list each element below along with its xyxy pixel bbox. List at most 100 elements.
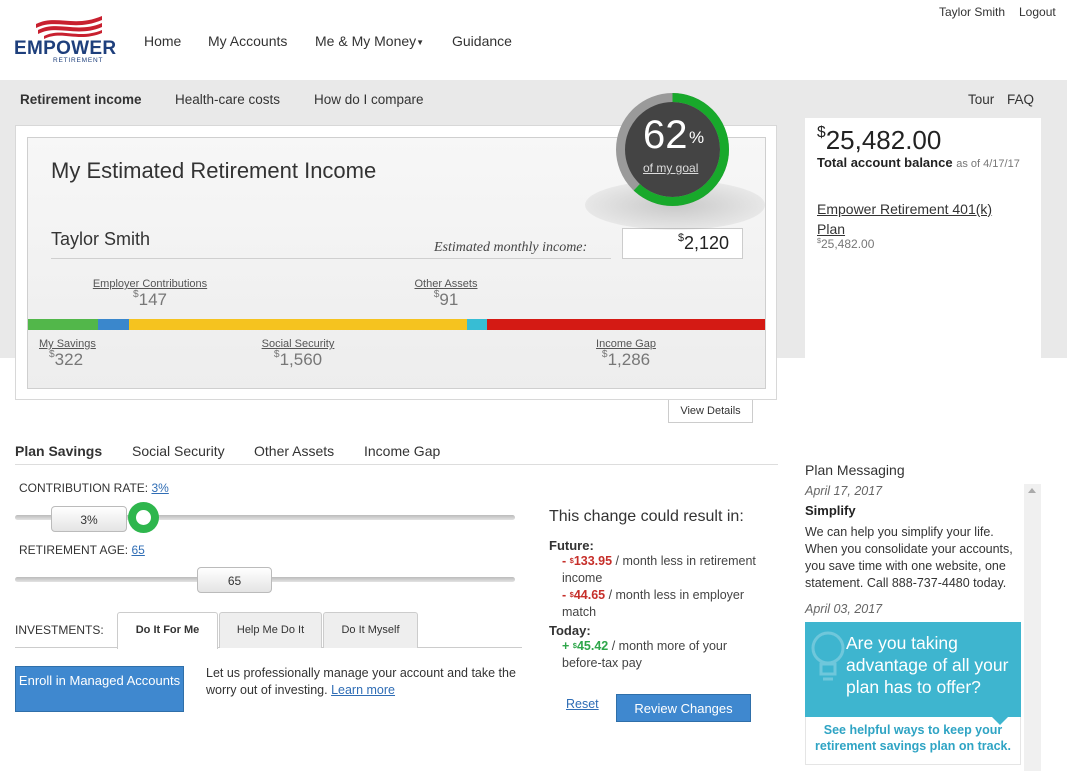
- message-date: April 17, 2017: [805, 484, 883, 498]
- tab-do-it-myself[interactable]: Do It Myself: [323, 612, 418, 648]
- result-title: This change could result in:: [549, 508, 744, 525]
- tab-do-it-for-me[interactable]: Do It For Me: [117, 612, 218, 649]
- investments-description: Let us professionally manage your accoun…: [206, 665, 516, 699]
- total-balance-amount: 25,482.00: [825, 125, 942, 155]
- income-segment: [97, 319, 130, 330]
- segment-amount: 147: [138, 290, 168, 309]
- contribution-rate-link[interactable]: 3%: [151, 481, 168, 495]
- income-segment: [486, 319, 765, 330]
- tour-link[interactable]: Tour: [968, 92, 994, 107]
- future-retirement-income-change: - $133.95 / month less in retirement inc…: [562, 553, 762, 587]
- estimated-income-value: $2,120: [622, 228, 743, 259]
- subnav-retirement-income[interactable]: Retirement income: [20, 92, 142, 107]
- review-changes-button[interactable]: Review Changes: [616, 694, 751, 722]
- currency-symbol: $: [817, 124, 826, 141]
- tab-income-gap[interactable]: Income Gap: [364, 443, 440, 459]
- divider: [15, 464, 778, 465]
- tab-other-assets[interactable]: Other Assets: [254, 443, 334, 459]
- segment-amount: 91: [439, 290, 459, 309]
- caret-down-icon: ▼: [416, 37, 425, 47]
- segment-value: $147: [90, 289, 210, 310]
- logout-link[interactable]: Logout: [1019, 5, 1056, 19]
- segment-amount: 1,286: [607, 350, 651, 369]
- income-segment: [28, 319, 98, 330]
- retirement-age-label: RETIREMENT AGE: 65: [19, 543, 145, 557]
- currency-symbol: $: [677, 232, 684, 244]
- today-label: Today:: [549, 623, 591, 638]
- enroll-managed-accounts-button[interactable]: Enroll in Managed Accounts: [15, 666, 184, 712]
- future-change-1-amount: - $133.95: [562, 554, 613, 568]
- nav-guidance[interactable]: Guidance: [452, 33, 512, 49]
- view-details-button[interactable]: View Details: [668, 400, 753, 423]
- retirement-age-link[interactable]: 65: [131, 543, 144, 557]
- promo-headline: Are you taking advantage of all your pla…: [846, 633, 1009, 697]
- slider-knob-center: [136, 510, 151, 525]
- message-body: We can help you simplify your life. When…: [805, 525, 1013, 590]
- message-heading: Simplify: [805, 503, 856, 518]
- segment-income-gap[interactable]: Income Gap $1,286: [586, 338, 666, 370]
- empower-flag-logo-icon[interactable]: [30, 14, 104, 40]
- plan-link[interactable]: Empower Retirement 401(k) Plan: [817, 199, 1017, 239]
- income-segment: [129, 319, 468, 330]
- today-pay-change: + $45.42 / month more of your before-tax…: [562, 638, 762, 672]
- subnav-how-do-i-compare[interactable]: How do I compare: [314, 92, 424, 107]
- segment-label: Other Assets: [414, 278, 478, 290]
- goal-percent: 62: [643, 113, 688, 157]
- user-name-link[interactable]: Taylor Smith: [939, 5, 1005, 19]
- income-card-title: My Estimated Retirement Income: [51, 158, 377, 183]
- balance-as-of: as of 4/17/17: [956, 158, 1020, 170]
- currency-symbol: $: [601, 349, 608, 360]
- segment-value: $322: [39, 349, 109, 370]
- segment-amount: 1,560: [279, 350, 323, 369]
- goal-label-link[interactable]: of my goal: [643, 161, 698, 175]
- tab-plan-savings[interactable]: Plan Savings: [15, 443, 102, 459]
- tab-social-security[interactable]: Social Security: [132, 443, 225, 459]
- segment-my-savings[interactable]: My Savings $322: [39, 338, 109, 370]
- learn-more-link[interactable]: Learn more: [331, 683, 395, 697]
- segment-employer-contributions[interactable]: Employer Contributions $147: [90, 278, 210, 310]
- contribution-rate-label: CONTRIBUTION RATE: 3%: [19, 481, 169, 495]
- plan-balance: $25,482.00: [817, 236, 875, 251]
- segment-value: $1,560: [248, 349, 348, 370]
- faq-link[interactable]: FAQ: [1007, 92, 1034, 107]
- plan-balance-amount: 25,482.00: [821, 237, 875, 251]
- investments-label: INVESTMENTS:: [15, 623, 104, 637]
- total-balance-label-text: Total account balance: [817, 155, 953, 170]
- segment-social-security[interactable]: Social Security $1,560: [248, 338, 348, 370]
- scroll-up-icon[interactable]: [1028, 488, 1036, 493]
- reset-link[interactable]: Reset: [566, 697, 599, 711]
- future-employer-match-change: - $44.65 / month less in employer match: [562, 587, 762, 621]
- segment-other-assets[interactable]: Other Assets $91: [406, 278, 486, 310]
- segment-value: $1,286: [586, 349, 666, 370]
- contribution-slider-handle[interactable]: 3%: [51, 506, 127, 532]
- goal-percent-sign: %: [689, 128, 705, 147]
- logo-subtitle: RETIREMENT: [53, 57, 104, 64]
- retirement-age-slider-handle[interactable]: 65: [197, 567, 272, 593]
- income-segment-bar: [28, 319, 765, 330]
- currency-symbol: $: [49, 349, 55, 360]
- estimated-income-amount: 2,120: [683, 233, 729, 253]
- nav-me-and-my-money[interactable]: Me & My Money▼: [315, 33, 424, 49]
- estimated-income-label: Estimated monthly income:: [434, 240, 588, 255]
- promo-subtext[interactable]: See helpful ways to keep your retirement…: [810, 722, 1016, 754]
- messaging-scrollbar[interactable]: [1024, 484, 1041, 771]
- plan-messaging-title: Plan Messaging: [805, 462, 905, 478]
- today-change-amount: + $45.42: [562, 639, 609, 653]
- segment-label: Income Gap: [596, 338, 656, 350]
- contribution-rate-label-text: CONTRIBUTION RATE:: [19, 481, 149, 495]
- currency-symbol: $: [817, 236, 821, 245]
- nav-my-accounts[interactable]: My Accounts: [208, 33, 287, 49]
- nav-home[interactable]: Home: [144, 33, 181, 49]
- income-segment: [467, 319, 487, 330]
- divider: [51, 258, 611, 259]
- total-balance: $25,482.00: [817, 124, 942, 156]
- participant-name: Taylor Smith: [51, 229, 151, 249]
- tab-help-me-do-it[interactable]: Help Me Do It: [219, 612, 322, 648]
- currency-symbol: $: [433, 289, 440, 300]
- subnav-health-care-costs[interactable]: Health-care costs: [175, 92, 280, 107]
- nav-me-and-my-money-label: Me & My Money: [315, 33, 417, 49]
- total-balance-label: Total account balance as of 4/17/17: [817, 155, 1020, 170]
- segment-label: Social Security: [261, 338, 335, 350]
- message-date: April 03, 2017: [805, 602, 883, 616]
- lightbulb-icon: [811, 631, 845, 681]
